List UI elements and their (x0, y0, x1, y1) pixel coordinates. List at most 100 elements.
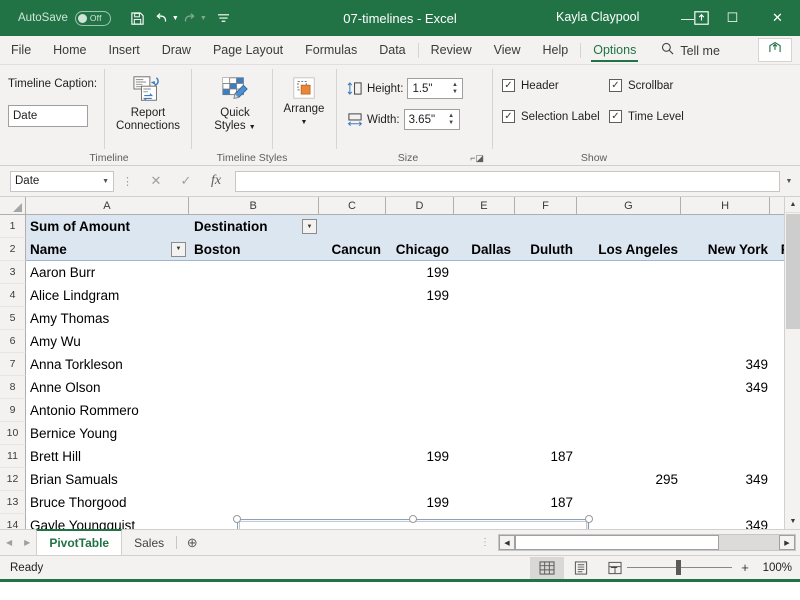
column-header-h[interactable]: H (680, 197, 771, 214)
minimize-button[interactable]: — (665, 0, 710, 36)
cell-f13[interactable]: 187 (519, 491, 581, 514)
cell-d11[interactable]: 199 (389, 445, 457, 468)
column-header-c[interactable]: C (318, 197, 387, 214)
cell-e13[interactable] (457, 491, 519, 514)
zoom-slider[interactable] (627, 560, 732, 575)
column-header-f[interactable]: F (515, 197, 577, 214)
row-header-5[interactable]: 5 (0, 307, 26, 330)
cell-e12[interactable] (457, 468, 519, 491)
cell-f10[interactable] (519, 422, 581, 445)
cell-g9[interactable] (581, 399, 686, 422)
cell-a10[interactable]: Bernice Young (26, 422, 190, 445)
customize-quick-access-icon[interactable] (216, 6, 232, 30)
cell-h6[interactable] (686, 330, 776, 353)
cell-f1[interactable] (519, 215, 581, 238)
checkbox-scrollbar[interactable]: ✓ Scrollbar (609, 79, 673, 92)
cell-a5[interactable]: Amy Thomas (26, 307, 190, 330)
cell-d13[interactable]: 199 (389, 491, 457, 514)
row-header-2[interactable]: 2 (0, 238, 26, 261)
cell-b4[interactable] (190, 284, 321, 307)
expand-formula-bar-icon[interactable]: ▼ (782, 178, 796, 185)
dialog-launcher-icon[interactable]: ⌐◪ (470, 153, 484, 164)
cell-c10[interactable] (321, 422, 389, 445)
cell-g5[interactable] (581, 307, 686, 330)
cell-h3[interactable] (686, 261, 776, 284)
cell-c5[interactable] (321, 307, 389, 330)
tell-me-box[interactable]: Tell me (661, 37, 720, 64)
cell-f3[interactable] (519, 261, 581, 284)
cell-h13[interactable] (686, 491, 776, 514)
width-stepper[interactable]: ▲ ▼ (445, 110, 458, 129)
cell-a2[interactable]: Name ▼ (26, 238, 190, 260)
resize-handle-top-left[interactable] (233, 515, 241, 523)
cell-e3[interactable] (457, 261, 519, 284)
resize-handle-top-center[interactable] (409, 515, 417, 523)
row-header-7[interactable]: 7 (0, 353, 26, 376)
column-header-b[interactable]: B (188, 197, 319, 214)
cell-f2[interactable]: Duluth (519, 238, 581, 260)
cell-c11[interactable] (321, 445, 389, 468)
cell-d4[interactable]: 199 (389, 284, 457, 307)
resize-handle-top-right[interactable] (585, 515, 593, 523)
cell-f5[interactable] (519, 307, 581, 330)
cell-b13[interactable] (190, 491, 321, 514)
width-input[interactable]: 3.65" ▲ ▼ (403, 109, 460, 130)
scroll-left-icon[interactable]: ◀ (499, 535, 515, 550)
destination-filter-dropdown-icon[interactable]: ▼ (302, 219, 317, 234)
row-header-8[interactable]: 8 (0, 376, 26, 399)
cell-e2[interactable]: Dallas (457, 238, 519, 260)
cell-f11[interactable]: 187 (519, 445, 581, 468)
cell-a4[interactable]: Alice Lindgram (26, 284, 190, 307)
cell-c13[interactable] (321, 491, 389, 514)
cell-d2[interactable]: Chicago (389, 238, 457, 260)
cell-g6[interactable] (581, 330, 686, 353)
zoom-slider-thumb[interactable] (676, 560, 681, 575)
undo-icon[interactable] (154, 6, 170, 30)
cell-d3[interactable]: 199 (389, 261, 457, 284)
cell-h9[interactable] (686, 399, 776, 422)
cell-h2[interactable]: New York (686, 238, 776, 260)
name-filter-dropdown-icon[interactable]: ▼ (171, 241, 186, 257)
cell-e1[interactable] (457, 215, 519, 238)
tab-draw[interactable]: Draw (151, 37, 202, 64)
selection-label-checkbox-icon[interactable]: ✓ (502, 110, 515, 123)
cell-b10[interactable] (190, 422, 321, 445)
row-header-11[interactable]: 11 (0, 445, 26, 468)
cell-f4[interactable] (519, 284, 581, 307)
cell-g1[interactable] (581, 215, 686, 238)
cell-h7[interactable]: 349 (686, 353, 776, 376)
cell-a12[interactable]: Brian Samuals (26, 468, 190, 491)
cell-d5[interactable] (389, 307, 457, 330)
cell-h1[interactable] (686, 215, 776, 238)
horizontal-scrollbar[interactable]: ◀ ▶ (498, 534, 796, 551)
cell-g13[interactable] (581, 491, 686, 514)
select-all-corner[interactable] (0, 197, 26, 214)
timeline-caption-input[interactable]: Date (8, 105, 88, 127)
cell-f6[interactable] (519, 330, 581, 353)
cell-a7[interactable]: Anna Torkleson (26, 353, 190, 376)
redo-icon[interactable] (182, 6, 198, 30)
add-sheet-icon[interactable]: ⊕ (177, 530, 207, 555)
scroll-right-icon[interactable]: ▶ (779, 535, 795, 550)
tab-page-layout[interactable]: Page Layout (202, 37, 294, 64)
cell-b12[interactable] (190, 468, 321, 491)
cell-d6[interactable] (389, 330, 457, 353)
time-level-checkbox-icon[interactable]: ✓ (609, 110, 622, 123)
cell-b6[interactable] (190, 330, 321, 353)
cell-e7[interactable] (457, 353, 519, 376)
normal-view-icon[interactable] (530, 556, 564, 579)
row-header-4[interactable]: 4 (0, 284, 26, 307)
zoom-level-label[interactable]: 100% (758, 562, 792, 574)
cell-a8[interactable]: Anne Olson (26, 376, 190, 399)
cell-e4[interactable] (457, 284, 519, 307)
undo-dropdown-icon[interactable]: ▼ (172, 15, 179, 22)
autosave-switch[interactable]: Off (74, 10, 111, 26)
cell-c2[interactable]: Cancun (321, 238, 389, 260)
close-button[interactable]: ✕ (755, 0, 800, 36)
cell-f12[interactable] (519, 468, 581, 491)
cell-g14[interactable] (581, 514, 686, 529)
tab-help[interactable]: Help (532, 37, 580, 64)
maximize-button[interactable]: ☐ (710, 0, 755, 36)
row-header-3[interactable]: 3 (0, 261, 26, 284)
row-header-1[interactable]: 1 (0, 215, 26, 238)
